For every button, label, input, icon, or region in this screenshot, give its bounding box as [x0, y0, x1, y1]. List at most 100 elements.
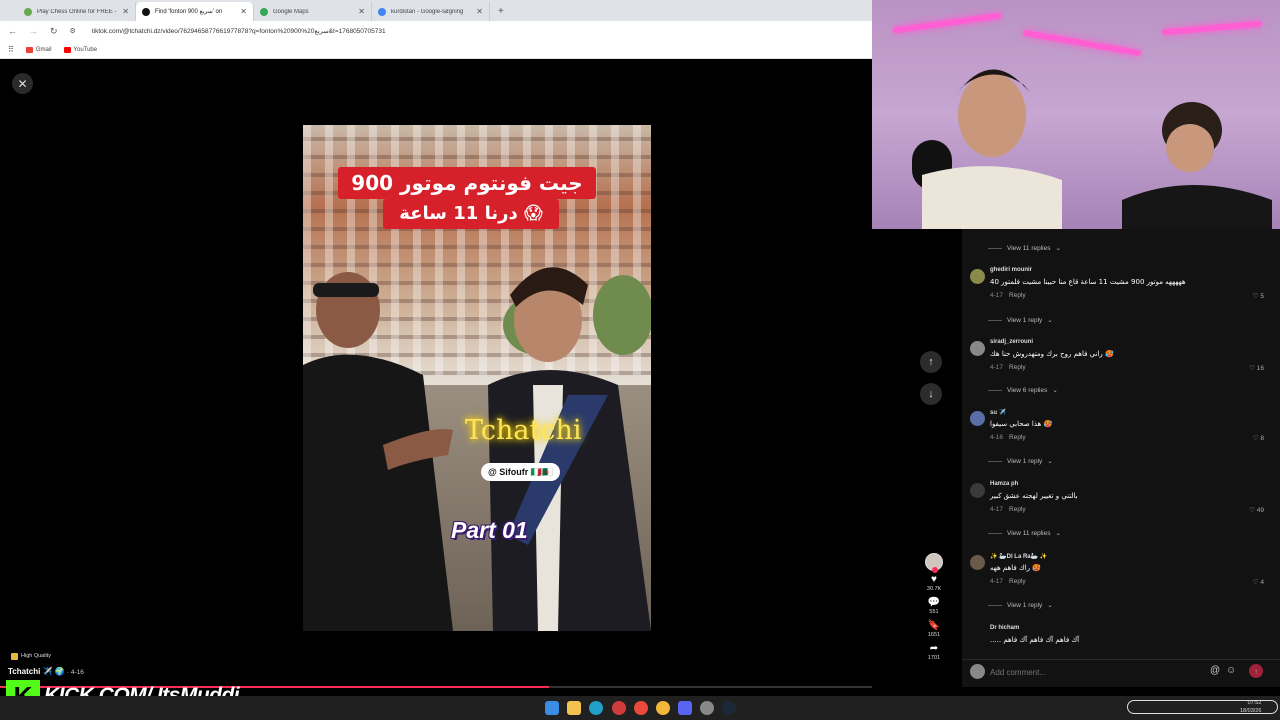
maps-favicon-icon	[260, 7, 268, 16]
post-date: · 4-16	[66, 669, 84, 676]
arrow-down-icon: ↓	[928, 388, 934, 400]
new-tab-button[interactable]: +	[498, 2, 504, 21]
view-replies-button[interactable]: View 1 reply ⌄	[988, 316, 1053, 324]
tab-maps[interactable]: Google Maps ✕	[254, 2, 372, 21]
chevron-down-icon: ⌄	[1055, 530, 1061, 537]
share-action[interactable]: ➦ 1701	[922, 644, 946, 663]
follow-plus-icon[interactable]	[932, 567, 938, 573]
comment-input[interactable]	[990, 663, 1210, 681]
quality-badge[interactable]: High Quality	[11, 651, 51, 661]
tab-google-search[interactable]: kurdistan - Google-søgning ✕	[372, 2, 490, 21]
chevron-down-icon: ⌄	[1047, 458, 1053, 465]
tab-tiktok[interactable]: Find 'fonton 900 سريع' on ✕	[136, 2, 254, 21]
view-replies-label: View 1 reply	[1007, 457, 1043, 465]
url-field[interactable]: tiktok.com/@tchatchi.dz/video/7629465877…	[92, 27, 386, 35]
view-replies-button[interactable]: View 1 reply ⌄	[988, 601, 1053, 609]
reply-button[interactable]: Reply	[1009, 292, 1026, 299]
reply-button[interactable]: Reply	[1009, 364, 1026, 371]
commenter-name[interactable]: ghediri mounir	[990, 267, 1032, 273]
view-replies-button[interactable]: View 1 reply ⌄	[988, 457, 1053, 465]
mention-icon[interactable]: @	[1210, 665, 1220, 676]
video-actions: ♥ 30.7K 💬 551 🔖 1651 ➦ 1701	[922, 553, 946, 663]
commenter-avatar[interactable]	[970, 555, 985, 570]
comment-date: 4-17	[990, 578, 1004, 585]
commenter-avatar[interactable]	[970, 483, 985, 498]
bookmark-gmail[interactable]: Gmail	[25, 46, 52, 53]
edge-icon[interactable]	[589, 701, 603, 715]
webcam-overlay	[872, 0, 1280, 229]
apps-grid-icon[interactable]: ⠿	[8, 45, 14, 54]
comment-like-button[interactable]: ♡ 5	[1253, 292, 1264, 300]
comment-meta: 4-17 Reply	[990, 364, 1026, 371]
comment-date: 4-17	[990, 506, 1004, 513]
video-player[interactable]: جيت فونتوم موتور 900 درنا 11 ساعة 😱 Tcha…	[303, 125, 651, 631]
reload-icon[interactable]: ↻	[50, 26, 58, 37]
commenter-avatar[interactable]	[970, 341, 985, 356]
steam-icon[interactable]	[722, 701, 736, 715]
tab-close-icon[interactable]: ✕	[476, 7, 483, 16]
commenter-name[interactable]: su ✈️	[990, 409, 1006, 416]
video-person-left	[303, 272, 453, 631]
comment-action[interactable]: 💬 551	[922, 598, 946, 617]
view-replies-button[interactable]: View 11 replies ⌄	[988, 529, 1061, 537]
tab-title: Find 'fonton 900 سريع' on	[155, 9, 223, 15]
video-part-label: Part 01	[451, 517, 528, 543]
video-author[interactable]: Tchatchi ✈️ 🌍 · 4-16	[8, 667, 84, 676]
reply-button[interactable]: Reply	[1009, 578, 1026, 585]
address-bar: ← → ↻ ⚙ tiktok.com/@tchatchi.dz/video/76…	[0, 21, 872, 41]
forward-arrow-icon[interactable]: →	[29, 26, 38, 36]
comment-meta: 4-16 Reply	[990, 434, 1026, 441]
commenter-name[interactable]: ✨ 🦢Dl La Ra🦢 ✨	[990, 553, 1047, 560]
commenter-name[interactable]: Hamza ph	[990, 481, 1018, 487]
comment-text: راك فاهم ههه 🥵	[990, 564, 1041, 572]
commenter-name[interactable]: Dr hicham	[990, 625, 1019, 631]
app-icon[interactable]	[612, 701, 626, 715]
view-replies-button[interactable]: View 11 replies ⌄	[988, 244, 1061, 252]
view-replies-label: View 6 replies	[1007, 386, 1048, 394]
site-info-icon[interactable]: ⚙	[70, 27, 76, 35]
discord-icon[interactable]	[678, 701, 692, 715]
reply-button[interactable]: Reply	[1009, 434, 1026, 441]
tab-close-icon[interactable]: ✕	[240, 7, 247, 16]
youtube-icon	[63, 46, 71, 53]
file-explorer-icon[interactable]	[567, 701, 581, 715]
heart-icon: ♥	[931, 574, 937, 585]
send-button[interactable]: ↑	[1249, 664, 1263, 678]
arrow-up-icon: ↑	[1254, 666, 1258, 676]
arrow-up-icon: ↑	[928, 356, 934, 368]
tab-chess[interactable]: Play Chess Online for FREE - 2 ✕	[18, 2, 136, 21]
comment-like-button[interactable]: ♡ 4	[1253, 578, 1264, 586]
save-action[interactable]: 🔖 1651	[922, 621, 946, 640]
commenter-avatar[interactable]	[970, 627, 985, 642]
like-count: 30.7K	[926, 586, 942, 592]
comment-like-button[interactable]: ♡ 49	[1249, 506, 1264, 514]
close-icon: ✕	[17, 76, 28, 91]
close-video-button[interactable]: ✕	[12, 73, 33, 94]
comment-compose: @ ☺ ↑	[962, 659, 1280, 687]
windows-start-icon[interactable]	[545, 701, 559, 715]
comment-like-button[interactable]: ♡ 16	[1249, 364, 1264, 372]
like-action[interactable]: ♥ 30.7K	[922, 575, 946, 594]
chrome-active-icon[interactable]	[656, 701, 670, 715]
commenter-avatar[interactable]	[970, 269, 985, 284]
view-replies-button[interactable]: View 6 replies ⌄	[988, 386, 1058, 394]
view-replies-label: View 11 replies	[1007, 529, 1051, 537]
comments-panel: View 11 replies ⌄ ghediri mounir هههههه …	[962, 229, 1280, 687]
chevron-down-icon: ⌄	[1055, 245, 1061, 252]
commenter-avatar[interactable]	[970, 411, 985, 426]
creator-avatar[interactable]	[925, 553, 943, 573]
back-arrow-icon[interactable]: ←	[8, 26, 17, 36]
share-arrow-icon: ➦	[929, 643, 939, 654]
previous-video-button[interactable]: ↑	[920, 351, 942, 373]
comment-item: Hamza ph بالتني و تغيير لهجته عشق كبير 4…	[970, 481, 1270, 521]
tab-close-icon[interactable]: ✕	[122, 7, 129, 16]
chrome-icon[interactable]	[634, 701, 648, 715]
bookmark-youtube[interactable]: YouTube	[63, 46, 97, 53]
settings-gear-icon[interactable]	[700, 701, 714, 715]
next-video-button[interactable]: ↓	[920, 383, 942, 405]
emoji-icon[interactable]: ☺	[1226, 665, 1236, 676]
commenter-name[interactable]: siradj_zerrouni	[990, 339, 1033, 345]
tab-close-icon[interactable]: ✕	[358, 7, 365, 16]
reply-button[interactable]: Reply	[1009, 506, 1026, 513]
comment-like-button[interactable]: ♡ 8	[1253, 434, 1264, 442]
